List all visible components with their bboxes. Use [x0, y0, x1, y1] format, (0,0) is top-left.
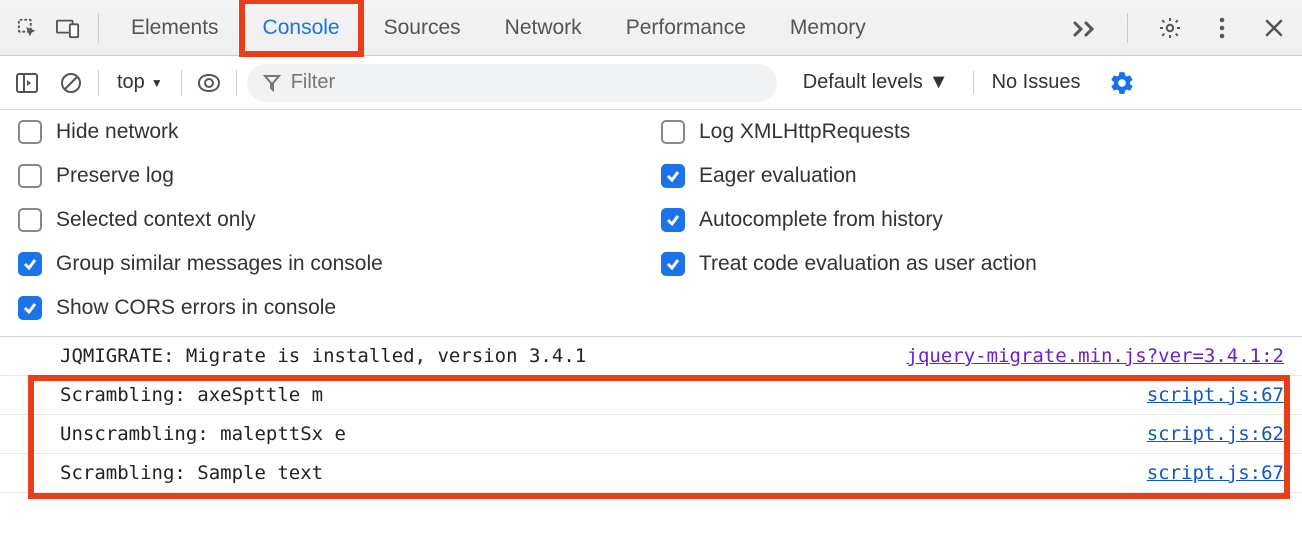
tab-memory[interactable]: Memory	[768, 0, 888, 55]
log-row: Unscrambling: malepttSx e script.js:62	[0, 415, 1302, 454]
setting-label: Preserve log	[56, 164, 174, 188]
checkbox[interactable]	[18, 252, 42, 276]
tab-network[interactable]: Network	[483, 0, 604, 55]
tab-label: Memory	[790, 16, 866, 40]
setting-hide-network[interactable]: Hide network	[18, 120, 641, 144]
checkbox[interactable]	[18, 164, 42, 188]
checkbox[interactable]	[18, 208, 42, 232]
filter-field[interactable]	[247, 64, 777, 102]
setting-label: Eager evaluation	[699, 164, 857, 188]
close-icon[interactable]	[1254, 8, 1294, 48]
more-tabs-icon[interactable]	[1065, 8, 1105, 48]
device-toggle-icon[interactable]	[48, 8, 88, 48]
context-label: top	[117, 71, 145, 94]
log-message: JQMIGRATE: Migrate is installed, version…	[60, 345, 586, 367]
console-toolbar: top ▼ Default levels ▼ No Issues	[0, 56, 1302, 110]
kebab-menu-icon[interactable]	[1202, 8, 1242, 48]
checkbox[interactable]	[661, 208, 685, 232]
console-settings-gear-icon[interactable]	[1109, 70, 1135, 96]
devtools-tabbar: Elements Console Sources Network Perform…	[0, 0, 1302, 56]
tabbar-right	[1065, 8, 1294, 48]
caret-down-icon: ▼	[929, 71, 949, 94]
log-row: Scrambling: axeSpttle m script.js:67	[0, 376, 1302, 415]
log-source-link[interactable]: script.js:62	[1147, 423, 1284, 445]
log-levels-selector[interactable]: Default levels ▼	[803, 71, 949, 94]
inspect-icon[interactable]	[8, 8, 48, 48]
checkbox[interactable]	[661, 120, 685, 144]
tab-performance[interactable]: Performance	[604, 0, 768, 55]
tab-label: Elements	[131, 16, 219, 40]
divider	[98, 70, 99, 96]
divider	[181, 70, 182, 96]
tab-label: Console	[263, 16, 340, 40]
setting-label: Log XMLHttpRequests	[699, 120, 910, 144]
log-message: Scrambling: axeSpttle m	[60, 384, 323, 406]
setting-label: Autocomplete from history	[699, 208, 943, 232]
setting-treat-eval[interactable]: Treat code evaluation as user action	[661, 252, 1284, 276]
caret-down-icon: ▼	[151, 76, 163, 90]
log-message: Scrambling: Sample text	[60, 462, 323, 484]
tab-sources[interactable]: Sources	[362, 0, 483, 55]
context-selector[interactable]: top ▼	[109, 69, 171, 96]
setting-preserve-log[interactable]: Preserve log	[18, 164, 641, 188]
setting-label: Hide network	[56, 120, 179, 144]
checkbox[interactable]	[18, 120, 42, 144]
settings-gear-icon[interactable]	[1150, 8, 1190, 48]
filter-input[interactable]	[291, 71, 761, 94]
log-source-link[interactable]: script.js:67	[1147, 384, 1284, 406]
live-expression-icon[interactable]	[192, 66, 226, 100]
tab-console[interactable]: Console	[241, 0, 362, 55]
setting-label: Show CORS errors in console	[56, 296, 336, 320]
log-message: Unscrambling: malepttSx e	[60, 423, 346, 445]
setting-autocomplete[interactable]: Autocomplete from history	[661, 208, 1284, 232]
divider	[236, 70, 237, 96]
log-row: Scrambling: Sample text script.js:67	[0, 454, 1302, 493]
checkbox[interactable]	[661, 252, 685, 276]
log-source-link[interactable]: jquery-migrate.min.js?ver=3.4.1:2	[907, 345, 1285, 367]
tab-label: Network	[505, 16, 582, 40]
sidebar-toggle-icon[interactable]	[10, 66, 44, 100]
console-log-area: JQMIGRATE: Migrate is installed, version…	[0, 337, 1302, 493]
setting-eager-eval[interactable]: Eager evaluation	[661, 164, 1284, 188]
divider	[98, 13, 99, 43]
tab-elements[interactable]: Elements	[109, 0, 241, 55]
issues-label[interactable]: No Issues	[973, 71, 1081, 94]
checkbox[interactable]	[661, 164, 685, 188]
console-settings-panel: Hide network Log XMLHttpRequests Preserv…	[0, 110, 1302, 337]
setting-show-cors[interactable]: Show CORS errors in console	[18, 296, 641, 320]
divider	[1127, 13, 1128, 43]
funnel-icon	[263, 74, 281, 92]
tab-label: Performance	[626, 16, 746, 40]
setting-label: Group similar messages in console	[56, 252, 383, 276]
tabs: Elements Console Sources Network Perform…	[109, 0, 888, 55]
log-source-link[interactable]: script.js:67	[1147, 462, 1284, 484]
checkbox[interactable]	[18, 296, 42, 320]
levels-label: Default levels	[803, 71, 923, 94]
setting-log-xhr[interactable]: Log XMLHttpRequests	[661, 120, 1284, 144]
setting-group-similar[interactable]: Group similar messages in console	[18, 252, 641, 276]
clear-console-icon[interactable]	[54, 66, 88, 100]
setting-label: Treat code evaluation as user action	[699, 252, 1037, 276]
setting-label: Selected context only	[56, 208, 256, 232]
log-row: JQMIGRATE: Migrate is installed, version…	[0, 337, 1302, 376]
tab-label: Sources	[384, 16, 461, 40]
setting-selected-context[interactable]: Selected context only	[18, 208, 641, 232]
